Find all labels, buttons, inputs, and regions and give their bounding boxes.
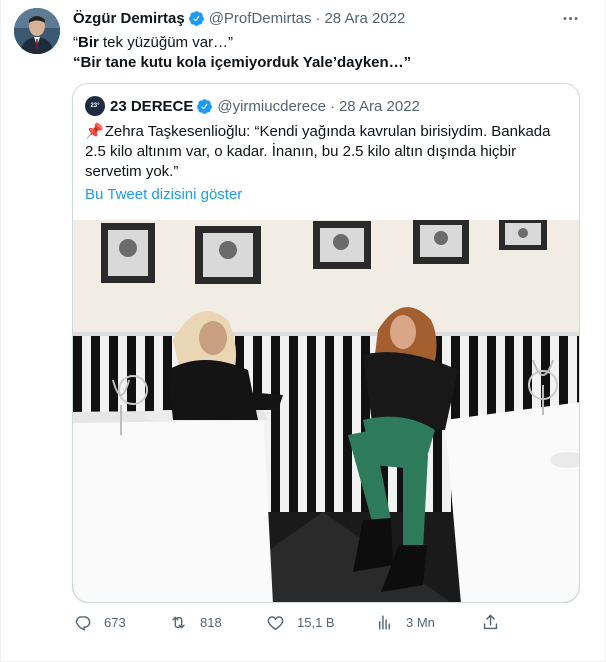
show-thread-link[interactable]: Bu Tweet dizisini göster <box>85 185 242 205</box>
tweet[interactable]: Özgür Demirtaş @ProfDemirtas · 28 Ara 20… <box>0 0 606 662</box>
reply-count: 673 <box>104 614 126 630</box>
quoted-tweet-text: 📌Zehra Taşkesenlioğlu: “Kendi yağında ka… <box>85 122 571 182</box>
tweet-text-line-1: “Bir tek yüzüğüm var…” <box>73 33 233 53</box>
tweet-text-bold: Bir <box>78 34 99 51</box>
quoted-tweet-body: Zehra Taşkesenlioğlu: “Kendi yağında kav… <box>85 123 551 180</box>
separator-dot: · <box>315 9 321 27</box>
tweet-header: Özgür Demirtaş @ProfDemirtas · 28 Ara 20… <box>73 8 405 28</box>
tweet-photo[interactable] <box>73 220 579 602</box>
author-handle[interactable]: @ProfDemirtas <box>209 10 312 27</box>
tweet-date[interactable]: 28 Ara 2022 <box>324 10 405 27</box>
quoted-separator-dot: · <box>329 97 335 115</box>
quoted-tweet-header: 23° 23 DERECE @yirmiucderece · 28 Ara 20… <box>85 96 420 116</box>
share-action[interactable] <box>481 610 512 634</box>
pushpin-icon: 📌 <box>85 123 104 140</box>
like-action[interactable]: 15,1 B <box>266 610 335 634</box>
author-avatar[interactable] <box>14 8 60 54</box>
tweet-text-rest: tek yüzüğüm var…” <box>98 34 234 51</box>
quoted-tweet-date[interactable]: 28 Ara 2022 <box>339 98 420 115</box>
tweet-text-line-2: “Bir tane kutu kola içemiyorduk Yale’day… <box>73 54 412 71</box>
quoted-verified-badge-icon <box>196 98 213 115</box>
reply-action[interactable]: 673 <box>73 610 126 634</box>
reply-icon <box>75 615 91 631</box>
views-count: 3 Mn <box>406 614 435 630</box>
retweet-action[interactable]: 818 <box>169 610 222 634</box>
photo-illustration <box>73 220 579 602</box>
like-count: 15,1 B <box>297 614 335 630</box>
quoted-author-name[interactable]: 23 DERECE <box>110 98 193 115</box>
verified-badge-icon <box>188 10 205 27</box>
tweet-actions: 673 818 15,1 B 3 Mn <box>73 610 503 634</box>
quoted-tweet[interactable]: 23° 23 DERECE @yirmiucderece · 28 Ara 20… <box>72 83 580 603</box>
views-action[interactable]: 3 Mn <box>375 610 435 634</box>
retweet-icon <box>172 616 185 628</box>
heart-icon <box>267 615 284 630</box>
retweet-count: 818 <box>200 614 222 630</box>
author-name[interactable]: Özgür Demirtaş <box>73 10 185 27</box>
views-chart-icon <box>379 614 390 630</box>
more-options-icon[interactable] <box>559 7 581 29</box>
quoted-author-avatar[interactable]: 23° <box>85 96 105 116</box>
quoted-author-handle[interactable]: @yirmiucderece <box>217 98 326 115</box>
share-icon <box>483 614 498 629</box>
